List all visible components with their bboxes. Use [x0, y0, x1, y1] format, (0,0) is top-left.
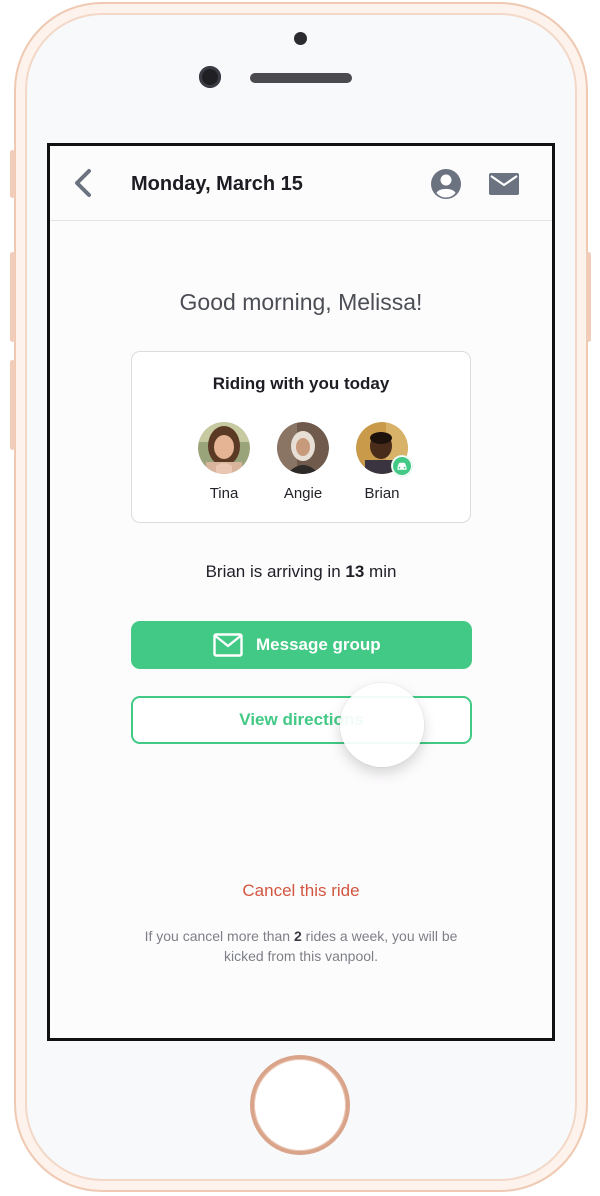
- rider-name: Brian: [364, 485, 400, 502]
- rider-brian[interactable]: Brian: [342, 422, 422, 502]
- rider-name: Tina: [209, 485, 239, 502]
- chevron-left-icon: [75, 169, 91, 197]
- envelope-icon: [489, 173, 519, 195]
- profile-button[interactable]: [430, 168, 462, 200]
- message-group-button[interactable]: Message group: [131, 621, 472, 669]
- arrival-suffix: min: [364, 562, 397, 581]
- app-screen: Monday, March 15 Good morning, Melissa! …: [47, 143, 555, 1041]
- back-button[interactable]: [70, 168, 98, 198]
- touch-indicator: [340, 683, 424, 767]
- policy-count: 2: [293, 928, 302, 944]
- policy-prefix: If you cancel more than: [144, 928, 294, 944]
- greeting-text: Good morning, Melissa!: [179, 289, 423, 315]
- riders-card: Riding with you today Tina Angie Brian: [131, 351, 471, 523]
- cancel-policy-text: If you cancel more than 2 rides a week, …: [128, 926, 474, 966]
- riders-card-title: Riding with you today: [212, 374, 390, 393]
- avatar: [277, 422, 329, 474]
- message-group-label: Message group: [256, 635, 381, 654]
- volume-up-button: [10, 252, 15, 342]
- arrival-prefix: Brian is arriving in: [205, 562, 346, 581]
- messages-button[interactable]: [488, 170, 520, 198]
- mute-switch: [10, 150, 15, 198]
- arrival-status: Brian is arriving in 13 min: [50, 562, 552, 582]
- home-button[interactable]: [254, 1059, 346, 1151]
- volume-down-button: [10, 360, 15, 450]
- car-icon: [393, 457, 411, 475]
- user-circle-icon: [431, 169, 461, 199]
- envelope-outline-icon: [213, 633, 243, 657]
- rider-angie[interactable]: Angie: [263, 422, 343, 502]
- driver-badge: [392, 456, 412, 476]
- rider-name: Angie: [283, 485, 323, 502]
- top-bar: Monday, March 15: [50, 146, 552, 221]
- proximity-sensor: [294, 32, 307, 45]
- avatar: [356, 422, 412, 476]
- front-camera: [199, 66, 221, 88]
- cancel-ride-link[interactable]: Cancel this ride: [50, 881, 552, 901]
- earpiece-speaker: [250, 73, 352, 83]
- page-title: Monday, March 15: [131, 173, 303, 195]
- avatar: [198, 422, 250, 474]
- power-button: [586, 252, 591, 342]
- arrival-minutes: 13: [345, 562, 365, 581]
- rider-tina[interactable]: Tina: [184, 422, 264, 502]
